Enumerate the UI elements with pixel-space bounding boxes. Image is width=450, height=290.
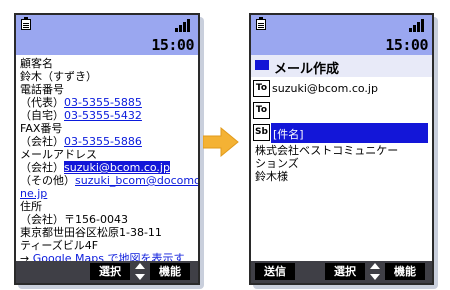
left-phone-screen: 15:00 顧客名 鈴木（すずき） 電話番号 （代表）03-5355-5885 … bbox=[14, 13, 200, 285]
phone-home-row: （自宅）03-5355-5432 bbox=[20, 109, 142, 122]
clock: 15:00 bbox=[151, 36, 194, 54]
body-line-3: 鈴木様 bbox=[255, 170, 288, 183]
label-email: メールアドレス bbox=[20, 148, 97, 161]
to-value-1: suzuki@bcom.co.jp bbox=[272, 82, 378, 95]
to-label-1: To bbox=[253, 80, 270, 97]
to-field-1[interactable]: To suzuki@bcom.co.jp bbox=[253, 79, 430, 99]
signal-icon bbox=[173, 18, 193, 32]
address-postal: （会社）〒156-0043 bbox=[20, 213, 128, 226]
email-work-prefix: （会社） bbox=[20, 161, 64, 174]
email-work-link-selected[interactable]: suzuki@bcom.co.jp bbox=[64, 161, 170, 174]
subject-label: Sb bbox=[253, 124, 270, 141]
softkey-bar: 送信 選択 機能 bbox=[251, 261, 432, 283]
fax-prefix: （会社） bbox=[20, 135, 64, 148]
select-softkey[interactable]: 選択 bbox=[90, 263, 130, 280]
email-work-row: （会社）suzuki@bcom.co.jp bbox=[20, 161, 170, 174]
body-line-1: 株式会社ベストコミュニケー bbox=[255, 144, 399, 157]
email-other-row: （その他）suzuki_bcom@docomo. bbox=[20, 174, 198, 187]
subject-field[interactable]: Sb [件名] bbox=[253, 123, 430, 143]
fax-link[interactable]: 03-5355-5886 bbox=[64, 135, 142, 148]
contact-detail: 顧客名 鈴木（すずき） 電話番号 （代表）03-5355-5885 （自宅）03… bbox=[16, 55, 198, 265]
transition-arrow-icon bbox=[203, 127, 239, 157]
email-other-link-cont[interactable]: ne.jp bbox=[20, 187, 47, 200]
to-label-2: To bbox=[253, 102, 270, 119]
label-fax: FAX番号 bbox=[20, 122, 63, 135]
phone-home-prefix: （自宅） bbox=[20, 109, 64, 122]
label-phone: 電話番号 bbox=[20, 83, 64, 96]
label-address: 住所 bbox=[20, 200, 42, 213]
battery-icon bbox=[256, 17, 266, 30]
address-building: ティーズビル4F bbox=[20, 239, 99, 252]
email-other-row-cont: ne.jp bbox=[20, 187, 47, 200]
status-bar: 15:00 bbox=[251, 15, 432, 55]
updown-arrows-icon bbox=[369, 263, 381, 280]
menu-softkey[interactable]: 機能 bbox=[150, 263, 190, 280]
mail-icon bbox=[255, 60, 269, 70]
phone-main-prefix: （代表） bbox=[20, 96, 64, 109]
subject-input-selected[interactable]: [件名] bbox=[271, 123, 428, 143]
label-customer-name: 顧客名 bbox=[20, 57, 53, 70]
signal-icon bbox=[407, 18, 427, 32]
to-field-2[interactable]: To bbox=[253, 101, 430, 121]
menu-softkey[interactable]: 機能 bbox=[385, 263, 425, 280]
select-softkey[interactable]: 選択 bbox=[325, 263, 365, 280]
phone-main-link[interactable]: 03-5355-5885 bbox=[64, 96, 142, 109]
battery-icon bbox=[21, 17, 31, 30]
mail-compose-header: メール作成 bbox=[251, 55, 432, 77]
clock: 15:00 bbox=[385, 36, 428, 54]
fax-row: （会社）03-5355-5886 bbox=[20, 135, 142, 148]
customer-name: 鈴木（すずき） bbox=[20, 70, 97, 83]
send-softkey[interactable]: 送信 bbox=[255, 263, 295, 280]
softkey-bar: 選択 機能 bbox=[16, 261, 198, 283]
right-phone-screen: 15:00 メール作成 To suzuki@bcom.co.jp To Sb [… bbox=[249, 13, 434, 285]
phone-home-link[interactable]: 03-5355-5432 bbox=[64, 109, 142, 122]
page-title: メール作成 bbox=[274, 62, 340, 77]
status-bar: 15:00 bbox=[16, 15, 198, 55]
address-street: 東京都世田谷区松原1-38-11 bbox=[20, 226, 162, 239]
phone-main-row: （代表）03-5355-5885 bbox=[20, 96, 142, 109]
updown-arrows-icon bbox=[134, 263, 146, 280]
subject-placeholder: [件名] bbox=[273, 128, 304, 141]
email-other-prefix: （その他） bbox=[20, 174, 75, 187]
email-other-link[interactable]: suzuki_bcom@docomo. bbox=[75, 174, 198, 187]
body-line-2: ションズ bbox=[255, 157, 299, 170]
